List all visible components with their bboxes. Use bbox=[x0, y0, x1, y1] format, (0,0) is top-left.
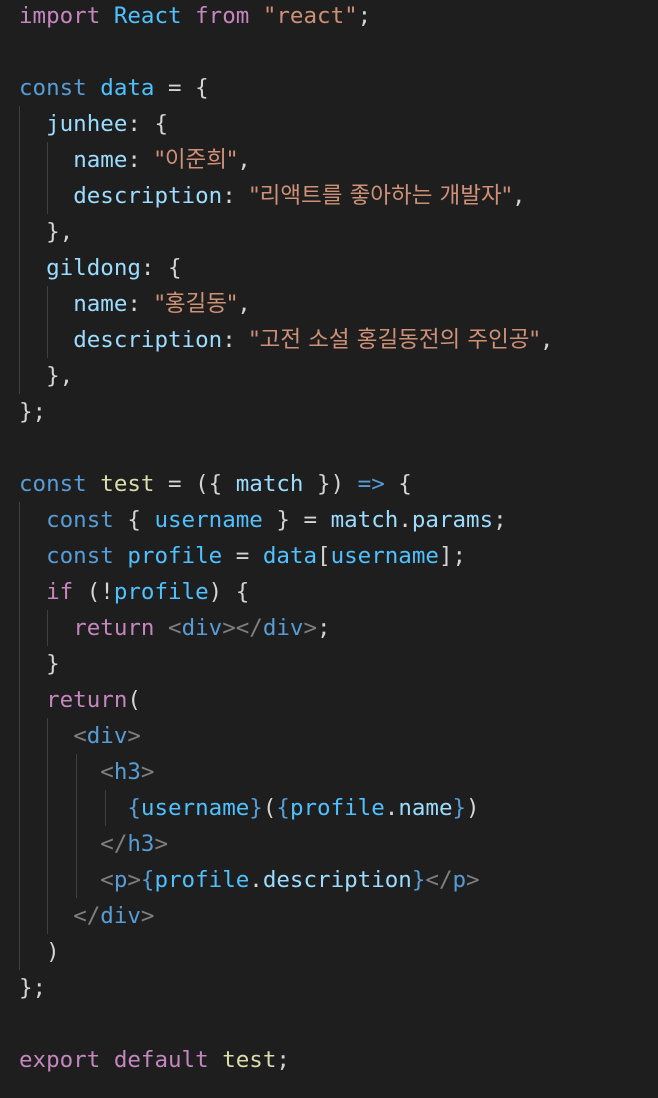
code-line-11: }, bbox=[46, 363, 74, 389]
code-line-1: import React from "react"; bbox=[19, 3, 372, 29]
code-line-5: name: "이준희", bbox=[73, 147, 251, 173]
code-line-10: description: "고전 소설 홍길동전의 주인공", bbox=[73, 327, 554, 353]
code-line-14: const test = ({ match }) => { bbox=[19, 471, 412, 497]
code-line-30: export default test; bbox=[19, 1047, 290, 1073]
code-line-12: }; bbox=[19, 399, 47, 425]
code-line-25: <p>{profile.description}</p> bbox=[100, 867, 480, 893]
code-line-4: junhee: { bbox=[46, 111, 169, 137]
code-line-17: if (!profile) { bbox=[46, 579, 250, 605]
code-line-28: }; bbox=[19, 975, 47, 1001]
code-line-21: <div> bbox=[73, 723, 141, 749]
code-line-24: </h3> bbox=[100, 831, 169, 857]
code-line-26: </div> bbox=[73, 903, 155, 929]
code-editor[interactable]: import React from "react"; const data = … bbox=[0, 0, 658, 1098]
code-line-27: ) bbox=[46, 939, 60, 965]
code-line-19: } bbox=[46, 651, 60, 677]
code-line-3: const data = { bbox=[19, 75, 209, 101]
code-line-9: name: "홍길동", bbox=[73, 291, 251, 317]
code-line-22: <h3> bbox=[100, 759, 155, 785]
code-line-20: return( bbox=[46, 687, 141, 713]
code-line-15: const { username } = match.params; bbox=[46, 507, 507, 533]
code-line-23: {username}({profile.name}) bbox=[127, 795, 480, 821]
code-line-16: const profile = data[username]; bbox=[46, 543, 467, 569]
code-line-6: description: "리액트를 좋아하는 개발자", bbox=[73, 183, 526, 209]
code-line-7: }, bbox=[46, 219, 74, 245]
code-line-18: return <div></div>; bbox=[73, 615, 331, 641]
code-line-8: gildong: { bbox=[46, 255, 182, 281]
